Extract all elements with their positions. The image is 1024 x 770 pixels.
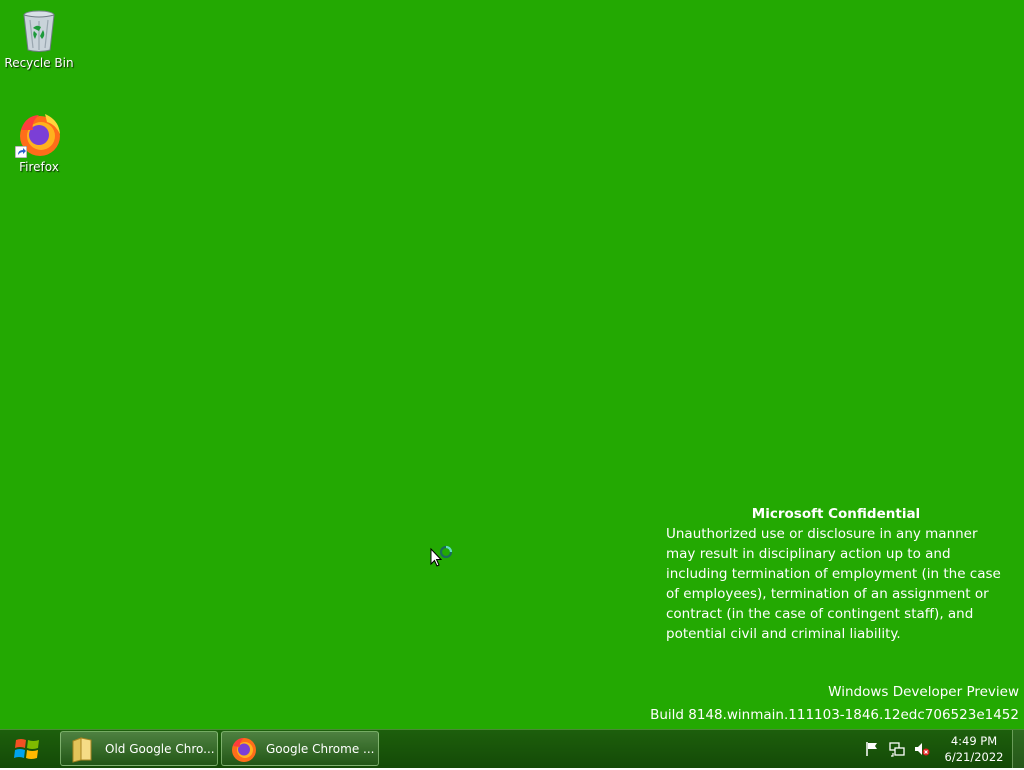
taskbar-button-explorer[interactable]: Old Google Chro...	[60, 731, 218, 766]
start-button[interactable]	[4, 732, 52, 766]
desktop-icon-label: Recycle Bin	[4, 56, 74, 70]
speaker-muted-icon[interactable]	[914, 741, 930, 757]
desktop-icon-label: Firefox	[19, 160, 59, 174]
windows-logo-icon	[14, 739, 39, 759]
desktop-icon-firefox[interactable]: Firefox	[1, 110, 77, 174]
watermark-edition: Windows Developer Preview	[828, 684, 1019, 700]
taskbar-button-firefox[interactable]: Google Chrome ...	[221, 731, 379, 766]
firefox-icon	[15, 110, 63, 158]
flag-icon[interactable]	[864, 741, 880, 757]
clock-time: 4:49 PM	[950, 734, 998, 748]
desktop-icon-recycle-bin[interactable]: Recycle Bin	[1, 6, 77, 70]
clock[interactable]: 4:49 PM 6/21/2022	[942, 733, 1006, 765]
show-desktop-button[interactable]	[1012, 730, 1024, 768]
clock-date: 6/21/2022	[944, 750, 1004, 764]
confidential-notice: Microsoft Confidential Unauthorized use …	[666, 504, 1006, 644]
network-icon[interactable]	[889, 741, 905, 757]
folder-icon	[72, 736, 92, 763]
desktop: Recycle Bin Firefox Microsoft Confidenti…	[0, 0, 1024, 729]
taskbar-button-label: Google Chrome ...	[266, 741, 375, 756]
busy-cursor-icon	[430, 544, 456, 572]
confidential-title: Microsoft Confidential	[751, 506, 921, 522]
taskbar-button-label: Old Google Chro...	[105, 741, 215, 756]
taskbar: Old Google Chro... Google Chrome ... 4:4…	[0, 729, 1024, 768]
notification-area	[864, 738, 939, 760]
shortcut-arrow-icon	[15, 146, 27, 158]
confidential-body: Unauthorized use or disclosure in any ma…	[666, 526, 1001, 642]
watermark-build: Build 8148.winmain.111103-1846.12edc7065…	[650, 707, 1019, 723]
firefox-icon	[232, 737, 256, 762]
recycle-bin-icon	[15, 6, 63, 54]
